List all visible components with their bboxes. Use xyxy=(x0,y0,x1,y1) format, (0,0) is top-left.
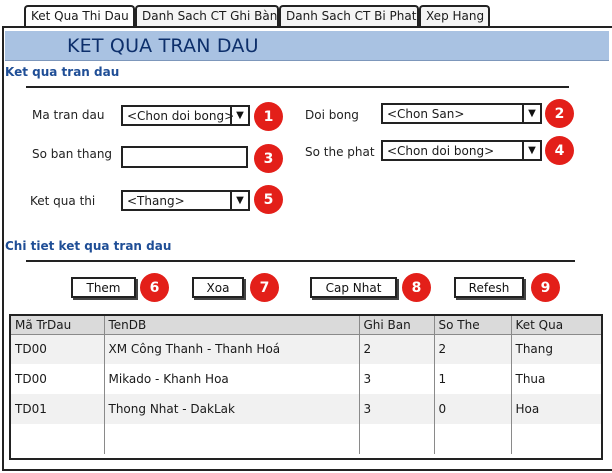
cards-select[interactable]: <Chon doi bong> ▼ xyxy=(381,140,542,161)
table-cell: Hoa xyxy=(511,394,601,424)
section-title-ket-qua: Ket qua tran dau xyxy=(5,65,120,79)
callout-badge-9: 9 xyxy=(531,273,560,302)
table-cell xyxy=(511,424,601,454)
table-cell: 2 xyxy=(359,334,435,364)
callout-badge-4: 4 xyxy=(545,136,574,165)
table-row[interactable]: TD00 XM Công Thanh - Thanh Hoá 2 2 Thang xyxy=(11,334,601,364)
section-title-chi-tiet: Chi tiet ket qua tran dau xyxy=(5,239,172,253)
tab-xep-hang[interactable]: Xep Hang xyxy=(419,5,490,27)
table-cell: 3 xyxy=(359,394,435,424)
results-table: Mã TrDau TenDB Ghi Ban So The Ket Qua TD… xyxy=(9,314,603,460)
result-select-value: <Thang> xyxy=(127,194,185,208)
result-label: Ket qua thi xyxy=(30,194,96,208)
table-row[interactable]: TD00 Mikado - Khanh Hoa 3 1 Thua xyxy=(11,364,601,394)
table-cell xyxy=(11,424,105,454)
column-header-tendb[interactable]: TenDB xyxy=(104,316,360,335)
goals-input[interactable] xyxy=(121,146,248,168)
cards-label: So the phat xyxy=(305,145,375,159)
callout-badge-1: 1 xyxy=(254,102,283,131)
title-banner: KET QUA TRAN DAU xyxy=(5,31,609,61)
section-divider xyxy=(26,260,575,262)
column-header-ma-trdau[interactable]: Mã TrDau xyxy=(11,316,105,335)
callout-badge-3: 3 xyxy=(254,144,283,173)
table-cell: TD00 xyxy=(11,364,105,394)
callout-badge-5: 5 xyxy=(254,185,283,214)
match-id-label: Ma tran dau xyxy=(32,108,105,122)
triangle-down-icon: ▼ xyxy=(522,142,540,159)
column-header-ket-qua[interactable]: Ket Qua xyxy=(511,316,601,335)
refresh-button[interactable]: Refesh xyxy=(454,277,524,298)
table-cell: Thua xyxy=(515,372,546,386)
team-label: Doi bong xyxy=(305,108,359,122)
match-id-select[interactable]: <Chon doi bong> ▼ xyxy=(121,105,250,126)
table-header-row: Mã TrDau TenDB Ghi Ban So The Ket Qua xyxy=(11,316,601,335)
tab-danh-sach-ct-ghi-ban[interactable]: Danh Sach CT Ghi Bàn xyxy=(135,5,279,27)
table-cell: 3 xyxy=(359,364,435,394)
result-select[interactable]: <Thang> ▼ xyxy=(121,190,250,211)
triangle-down-icon: ▼ xyxy=(230,192,248,209)
callout-badge-7: 7 xyxy=(250,273,279,302)
triangle-down-icon: ▼ xyxy=(230,107,248,124)
match-id-select-value: <Chon doi bong> xyxy=(127,109,235,123)
tab-ket-qua-thi-dau[interactable]: Ket Qua Thi Dau xyxy=(24,5,135,27)
table-cell: Mikado - Khanh Hoa xyxy=(104,364,360,394)
column-header-so-the[interactable]: So The xyxy=(434,316,512,335)
update-button[interactable]: Cap Nhat xyxy=(310,277,397,298)
table-cell xyxy=(434,424,512,454)
page-title: KET QUA TRAN DAU xyxy=(67,35,259,57)
add-button[interactable]: Them xyxy=(71,277,136,298)
table-row[interactable]: TD01 Thong Nhat - DakLak 3 0 Hoa xyxy=(11,394,601,424)
table-cell: TD00 xyxy=(11,334,105,364)
delete-button[interactable]: Xoa xyxy=(192,277,244,298)
callout-badge-2: 2 xyxy=(545,99,574,128)
table-cell xyxy=(104,424,360,454)
table-cell: 2 xyxy=(434,334,512,364)
table-cell: Thang xyxy=(511,334,601,364)
table-cell: 1 xyxy=(434,364,512,394)
cards-select-value: <Chon doi bong> xyxy=(387,144,495,158)
team-select-value: <Chon San> xyxy=(387,107,465,121)
goals-label: So ban thang xyxy=(32,147,113,161)
table-cell: TD01 xyxy=(11,394,105,424)
table-cell: 0 xyxy=(434,394,512,424)
callout-badge-6: 6 xyxy=(140,273,169,302)
table-cell xyxy=(359,424,435,454)
table-cell: Thong Nhat - DakLak xyxy=(104,394,360,424)
tab-danh-sach-ct-bi-phat[interactable]: Danh Sach CT Bi Phat xyxy=(279,5,419,27)
callout-badge-8: 8 xyxy=(402,273,431,302)
table-row-empty[interactable] xyxy=(11,424,601,454)
triangle-down-icon: ▼ xyxy=(522,105,540,122)
team-select[interactable]: <Chon San> ▼ xyxy=(381,103,542,124)
column-header-ghi-ban[interactable]: Ghi Ban xyxy=(359,316,435,335)
section-divider xyxy=(26,86,569,88)
table-cell: XM Công Thanh - Thanh Hoá xyxy=(104,334,360,364)
